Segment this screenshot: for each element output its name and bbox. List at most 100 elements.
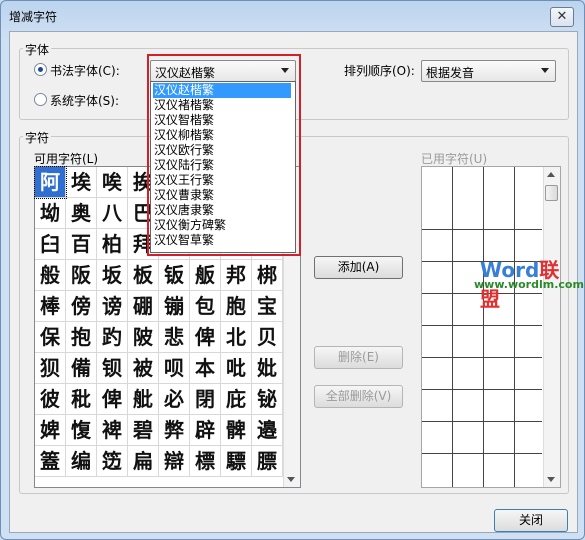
char-cell[interactable]: 傍 (66, 291, 97, 322)
available-chars-label: 可用字符(L) (34, 152, 99, 166)
char-cell[interactable]: 妣 (252, 353, 283, 384)
char-cell[interactable]: 陂 (128, 322, 159, 353)
char-cell[interactable]: 標 (190, 446, 221, 477)
char-cell[interactable]: 舭 (128, 384, 159, 415)
char-cell[interactable]: 编 (66, 446, 97, 477)
char-cell[interactable]: 扁 (128, 446, 159, 477)
char-cell[interactable]: 本 (190, 353, 221, 384)
grid-line (422, 229, 542, 230)
scroll-up-arrow-icon[interactable] (547, 172, 555, 177)
sort-order-combobox[interactable]: 根据发音 (421, 60, 556, 82)
grid-line (422, 325, 542, 326)
char-cell[interactable]: 百 (66, 229, 97, 260)
delete-button[interactable]: 删除(E) (314, 346, 403, 369)
char-cell[interactable]: 臼 (35, 229, 66, 260)
char-cell[interactable]: 吡 (221, 353, 252, 384)
dialog-window: 增减字符 ✕ 字体 书法字体(C): 系统字体(S): 汉仪赵楷繁 排列顺序(O… (0, 0, 585, 540)
char-cell[interactable]: 驃 (221, 446, 252, 477)
char-cell[interactable]: 裨 (97, 415, 128, 446)
char-cell[interactable]: 唉 (97, 167, 128, 198)
system-font-label: 系统字体(S): (50, 94, 120, 108)
char-cell[interactable]: 保 (35, 322, 66, 353)
char-cell[interactable]: 镚 (159, 291, 190, 322)
char-cell[interactable]: 抱 (66, 322, 97, 353)
char-cell[interactable]: 俾 (97, 384, 128, 415)
char-cell[interactable]: 呗 (159, 353, 190, 384)
char-cell[interactable]: 碧 (128, 415, 159, 446)
calligraphy-font-radio[interactable] (34, 63, 47, 76)
char-cell[interactable]: 狈 (35, 353, 66, 384)
grid-line (422, 389, 542, 390)
char-cell[interactable]: 柏 (97, 229, 128, 260)
sort-order-value: 根据发音 (426, 66, 475, 80)
char-cell[interactable]: 悲 (159, 322, 190, 353)
char-cell[interactable]: 備 (66, 353, 97, 384)
char-cell[interactable]: 秕 (66, 384, 97, 415)
char-cell[interactable]: 篕 (35, 446, 66, 477)
used-chars-label: 已用字符(U) (421, 152, 488, 166)
char-cell[interactable]: 笾 (97, 446, 128, 477)
char-cell[interactable]: 婢 (35, 415, 66, 446)
char-cell[interactable]: 梆 (252, 260, 283, 291)
wordlm-url: www.wordlm.com (474, 278, 584, 291)
sort-order-label: 排列顺序(O): (344, 64, 415, 78)
char-cell[interactable]: 舨 (190, 260, 221, 291)
chars-group-label: 字符 (23, 129, 52, 146)
system-font-radio[interactable] (34, 93, 47, 106)
add-button[interactable]: 添加(A) (314, 256, 403, 279)
font-group-label: 字体 (23, 41, 52, 58)
used-chars-scrollbar[interactable] (543, 167, 560, 487)
char-cell[interactable]: 般 (35, 260, 66, 291)
char-cell[interactable]: 埃 (66, 167, 97, 198)
char-cell[interactable]: 贝 (252, 322, 283, 353)
char-cell[interactable]: 趵 (97, 322, 128, 353)
char-cell[interactable]: 板 (128, 260, 159, 291)
char-cell[interactable]: 必 (159, 384, 190, 415)
annotation-highlight-box (147, 54, 301, 256)
char-cell[interactable]: 包 (190, 291, 221, 322)
char-cell[interactable]: 弊 (159, 415, 190, 446)
char-cell[interactable]: 邉 (252, 415, 283, 446)
char-cell[interactable]: 铋 (252, 384, 283, 415)
delete-all-button[interactable]: 全部删除(V) (314, 385, 403, 408)
char-cell[interactable]: 北 (221, 322, 252, 353)
char-cell[interactable]: 邦 (221, 260, 252, 291)
dialog-client-area: 字体 书法字体(C): 系统字体(S): 汉仪赵楷繁 排列顺序(O): 根据发音… (9, 31, 584, 533)
char-cell[interactable]: 俾 (190, 322, 221, 353)
grid-line (422, 357, 542, 358)
char-cell[interactable]: 钡 (97, 353, 128, 384)
grid-line (452, 167, 453, 487)
char-cell[interactable]: 坂 (97, 260, 128, 291)
grid-line (514, 167, 515, 487)
char-cell[interactable]: 髀 (221, 415, 252, 446)
char-cell[interactable]: 硼 (128, 291, 159, 322)
calligraphy-font-label: 书法字体(C): (50, 64, 120, 78)
char-cell[interactable]: 宝 (252, 291, 283, 322)
close-dialog-button[interactable]: 关闭 (494, 509, 568, 532)
char-cell[interactable]: 阪 (66, 260, 97, 291)
scroll-down-arrow-icon[interactable] (287, 477, 295, 482)
char-cell[interactable]: 谤 (97, 291, 128, 322)
window-close-button[interactable]: ✕ (550, 7, 574, 27)
char-cell[interactable]: 辟 (190, 415, 221, 446)
char-cell[interactable]: 被 (128, 353, 159, 384)
char-cell[interactable]: 閉 (190, 384, 221, 415)
scroll-down-arrow-icon[interactable] (547, 477, 555, 482)
used-chars-grid[interactable] (421, 166, 561, 488)
char-cell[interactable]: 八 (97, 198, 128, 229)
scroll-thumb[interactable] (545, 185, 558, 201)
char-cell[interactable]: 辯 (159, 446, 190, 477)
title-bar: 增减字符 ✕ (1, 1, 584, 31)
chevron-down-icon (541, 68, 549, 73)
char-cell[interactable]: 阿 (34, 166, 67, 199)
char-cell[interactable]: 奥 (66, 198, 97, 229)
char-cell[interactable]: 膘 (252, 446, 283, 477)
char-cell[interactable]: 胞 (221, 291, 252, 322)
char-cell[interactable]: 坳 (35, 198, 66, 229)
char-cell[interactable]: 彼 (35, 384, 66, 415)
char-cell[interactable]: 愎 (66, 415, 97, 446)
char-cell[interactable]: 钣 (159, 260, 190, 291)
char-cell[interactable]: 棒 (35, 291, 66, 322)
char-cell[interactable]: 庇 (221, 384, 252, 415)
grid-line (422, 421, 542, 422)
